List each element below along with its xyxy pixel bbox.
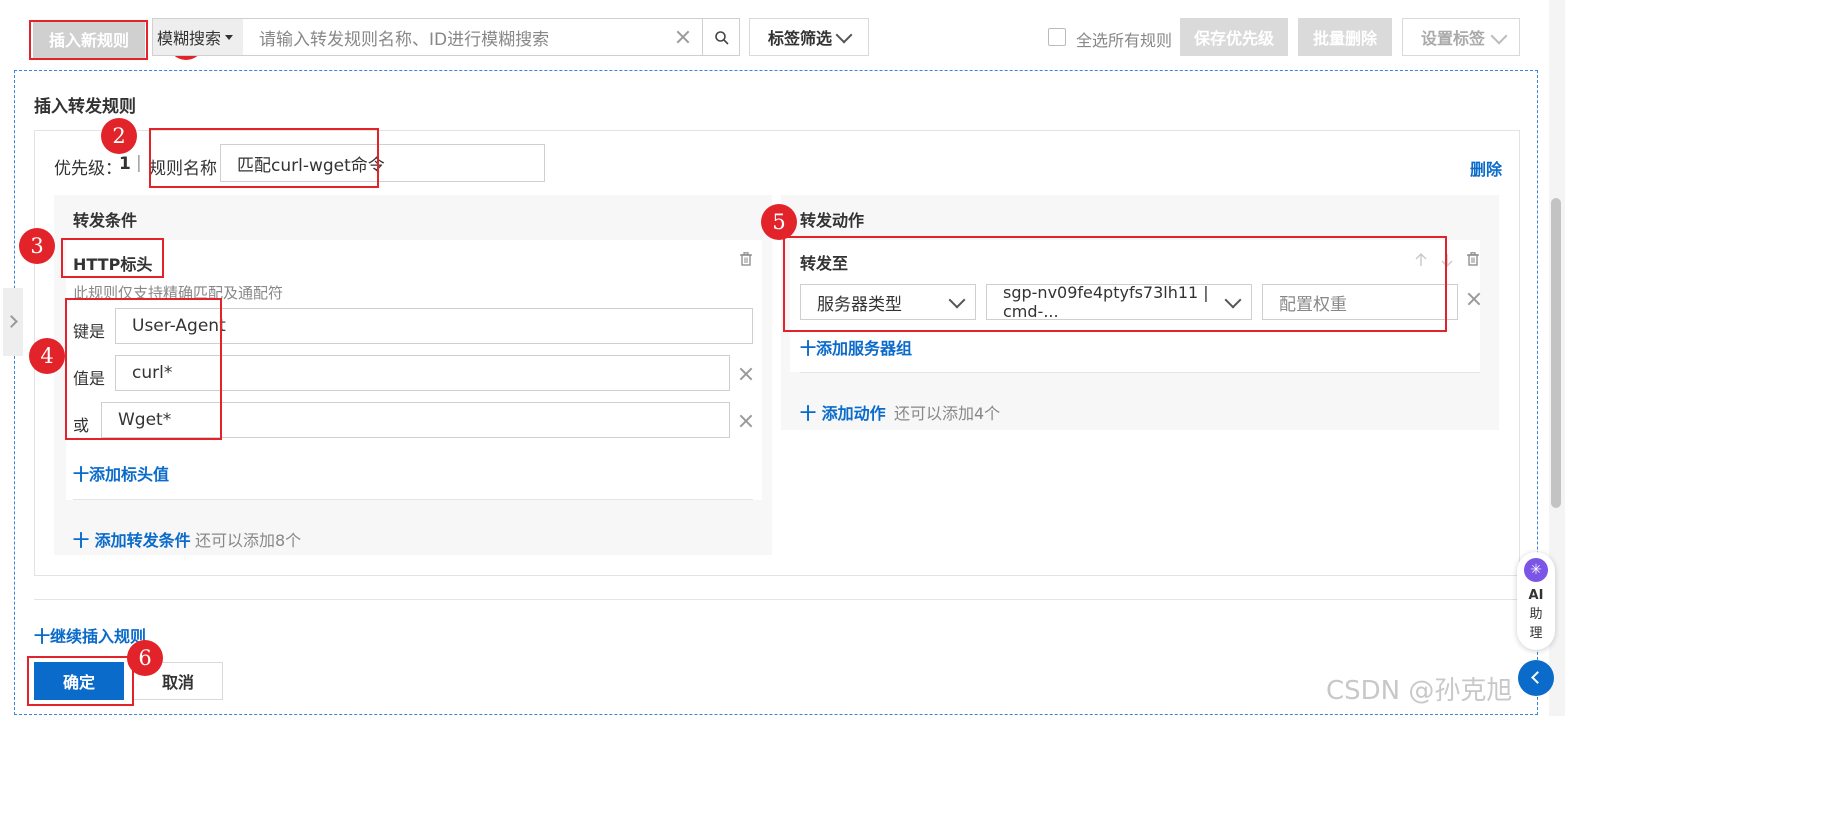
remove-value-icon[interactable] [739,414,753,428]
insert-rule-button[interactable]: 插入新规则 [33,20,145,58]
value-label: 值是 [73,369,106,388]
watermark: CSDN @孙克旭 [1326,676,1513,706]
ai-label-1: AI [1528,588,1544,603]
select-all-checkbox[interactable] [1048,28,1066,46]
priority-value: 1 [119,154,131,174]
annotation-badge-6: 6 [127,640,163,676]
save-priority-button[interactable]: 保存优先级 [1180,18,1288,56]
trash-icon[interactable] [1467,252,1479,266]
chevron-left-icon [1531,671,1544,684]
header-value-1: curl* [132,363,173,383]
annotation-badge-3: 3 [19,228,55,264]
add-server-group-link[interactable]: 十添加服务器组 [800,335,912,359]
search-mode-label: 模糊搜索 [156,29,221,48]
add-action-link[interactable]: 十 添加动作 [800,400,886,424]
annotation-badge-5: 5 [761,204,797,240]
header-value-input-2[interactable]: Wget* [101,402,730,438]
delete-rule-link[interactable]: 删除 [1470,156,1502,180]
annotation-badge-4: 4 [29,338,65,374]
key-label: 键是 [73,322,106,341]
select-all-label: 全选所有规则 [1076,31,1173,50]
arrow-down-icon[interactable] [1441,253,1453,267]
rule-name-value: 匹配curl-wget命令 [237,155,385,176]
footer-divider [34,599,1520,600]
clear-search-icon[interactable] [676,30,690,44]
search-placeholder: 请输入转发规则名称、ID进行模糊搜索 [259,29,550,50]
chevron-down-icon [948,291,966,309]
ai-label-2: 助 [1529,607,1543,622]
conditions-title: 转发条件 [73,211,138,230]
actions-title: 转发动作 [800,211,865,230]
ai-collapse-button[interactable] [1518,660,1554,696]
weight-placeholder: 配置权重 [1279,294,1347,315]
search-mode-select[interactable]: 模糊搜索 [152,18,244,56]
actions-remaining: 还可以添加4个 [894,404,1001,423]
weight-input[interactable]: 配置权重 [1262,284,1458,320]
action-divider [800,372,1480,373]
server-type-select[interactable]: 服务器类型 [800,284,976,320]
or-label: 或 [73,416,90,435]
header-value-input-1[interactable]: curl* [115,355,730,391]
panel-title: 插入转发规则 [34,97,136,117]
priority-label: 优先级： [54,159,122,179]
arrow-up-icon[interactable] [1415,253,1427,267]
set-tag-button[interactable]: 设置标签 [1402,18,1520,56]
trash-icon[interactable] [740,252,752,266]
search-button[interactable] [702,18,740,56]
remove-server-icon[interactable] [1467,292,1481,306]
header-value-2: Wget* [118,410,172,430]
ai-sparkle-icon: ✳ [1524,558,1548,582]
forward-to-label: 转发至 [800,254,849,273]
condition-type-label: HTTP标头 [73,255,153,274]
tag-filter-button[interactable]: 标签筛选 [749,18,869,56]
rule-name-input[interactable]: 匹配curl-wget命令 [220,144,545,182]
chevron-down-icon [1490,27,1508,45]
ai-label-3: 理 [1529,626,1543,641]
condition-hint: 此规则仅支持精确匹配及通配符 [73,284,284,302]
set-tag-label: 设置标签 [1421,29,1486,48]
search-icon [715,31,729,45]
search-input[interactable]: 请输入转发规则名称、ID进行模糊搜索 [243,18,703,56]
add-header-value-link[interactable]: 十添加标头值 [73,461,169,485]
remove-value-icon[interactable] [739,367,753,381]
continue-insert-link[interactable]: 十继续插入规则 [34,623,146,647]
ai-assistant-widget[interactable]: ✳ AI 助 理 [1517,552,1555,650]
batch-delete-button[interactable]: 批量删除 [1298,18,1392,56]
chevron-down-icon [835,26,853,44]
confirm-button[interactable]: 确定 [34,662,124,700]
chevron-right-icon [5,315,18,328]
header-key-value: User-Agent [132,316,226,336]
header-key-input[interactable]: User-Agent [115,308,753,344]
add-condition-link[interactable]: 十 添加转发条件 [73,527,191,551]
scrollbar-thumb[interactable] [1551,198,1561,508]
side-expand-tab[interactable] [3,288,23,356]
conditions-remaining: 还可以添加8个 [195,531,302,550]
server-group-select[interactable]: sgp-nv09fe4ptyfs73lh11 | cmd-... [986,283,1252,321]
server-group-value: sgp-nv09fe4ptyfs73lh11 | cmd-... [1003,283,1209,321]
condition-divider [73,499,753,500]
rule-name-label: 规则名称 [149,159,217,179]
priority-separator: | [136,153,142,173]
caret-down-icon [225,35,233,40]
server-type-value: 服务器类型 [817,294,902,315]
annotation-badge-2: 2 [101,118,137,154]
tag-filter-label: 标签筛选 [768,29,833,48]
